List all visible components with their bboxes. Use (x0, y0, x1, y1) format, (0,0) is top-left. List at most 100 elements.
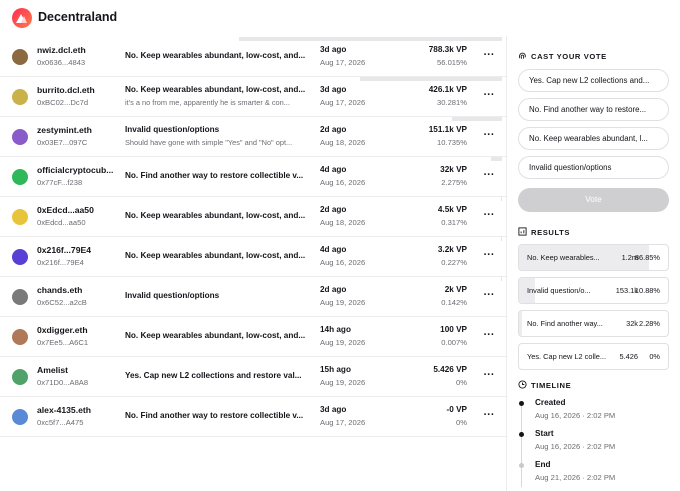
vote-choice: No. Find another way to restore collecti… (125, 411, 304, 420)
voter-avatar[interactable] (12, 209, 28, 225)
vote-percentage: 0.227% (441, 258, 467, 267)
vote-row: zestymint.eth 0x03E7...097C Invalid ques… (0, 117, 506, 157)
vote-row: 0xdigger.eth 0x7Ee5...A6C1 No. Keep wear… (0, 317, 506, 357)
voter-avatar[interactable] (12, 369, 28, 385)
voter-address: 0x216f...79E4 (37, 258, 84, 267)
voter-avatar[interactable] (12, 409, 28, 425)
more-options-icon[interactable]: ··· (482, 49, 496, 63)
voter-name[interactable]: burrito.dcl.eth (37, 85, 119, 95)
vote-time-ago: 3d ago (320, 405, 347, 414)
more-options-icon[interactable]: ··· (482, 329, 496, 343)
vote-row: 0x216f...79E4 0x216f...79E4 No. Keep wea… (0, 237, 506, 277)
vote-percentage: 0% (456, 378, 467, 387)
timeline-label: Created (535, 398, 566, 407)
vote-date: Aug 19, 2026 (320, 338, 366, 347)
result-item: Yes. Cap new L2 colle... 5.426 0% (518, 343, 669, 370)
vote-time-ago: 3d ago (320, 45, 347, 54)
voter-address: 0x6C52...a2cB (37, 298, 87, 307)
result-vp: 32k (626, 319, 638, 328)
vote-power: -0 VP (446, 405, 467, 414)
result-item: Invalid question/o... 153.1k 10.88% (518, 277, 669, 304)
vote-percentage: 0% (456, 418, 467, 427)
voter-name[interactable]: Amelist (37, 365, 119, 375)
vote-row: nwiz.dcl.eth 0x0636...4843 No. Keep wear… (0, 37, 506, 77)
voter-name[interactable]: chands.eth (37, 285, 119, 295)
vote-button[interactable]: Vote (518, 188, 669, 212)
more-options-icon[interactable]: ··· (482, 289, 496, 303)
vote-choice: Invalid question/options (125, 291, 220, 300)
vote-choice: No. Keep wearables abundant, low-cost, a… (125, 251, 306, 260)
result-percentage: 2.28% (639, 319, 660, 328)
voter-name[interactable]: 0x216f...79E4 (37, 245, 119, 255)
timeline-dot (519, 401, 524, 406)
more-options-icon[interactable]: ··· (482, 129, 496, 143)
votes-list: nwiz.dcl.eth 0x0636...4843 No. Keep wear… (0, 37, 506, 437)
decentraland-logo-icon[interactable] (12, 8, 32, 28)
voter-address: 0xc5f7...A475 (37, 418, 84, 427)
more-options-icon[interactable]: ··· (482, 169, 496, 183)
vote-percentage: 0.007% (441, 338, 467, 347)
more-options-icon[interactable]: ··· (482, 409, 496, 423)
vote-row: alex-4135.eth 0xc5f7...A475 No. Find ano… (0, 397, 506, 437)
vote-date: Aug 18, 2026 (320, 218, 366, 227)
timeline-dot (519, 432, 524, 437)
voter-avatar[interactable] (12, 249, 28, 265)
timeline-label: End (535, 460, 551, 469)
voter-name[interactable]: 0xdigger.eth (37, 325, 119, 335)
voter-avatar[interactable] (12, 129, 28, 145)
more-options-icon[interactable]: ··· (482, 209, 496, 223)
clock-icon (518, 380, 527, 389)
voter-name[interactable]: nwiz.dcl.eth (37, 45, 119, 55)
more-options-icon[interactable]: ··· (482, 89, 496, 103)
voter-name[interactable]: officialcryptocub... (37, 165, 119, 175)
vote-power: 3.2k VP (437, 245, 467, 254)
vote-percentage: 56.015% (437, 58, 467, 67)
vote-power: 32k VP (440, 165, 467, 174)
vote-date: Aug 19, 2026 (320, 378, 366, 387)
voter-name[interactable]: zestymint.eth (37, 125, 119, 135)
brand-name: Decentraland (38, 10, 118, 24)
vote-choice: Invalid question/options (125, 125, 220, 134)
timeline-line (521, 402, 522, 487)
fingerprint-icon (519, 52, 526, 59)
result-percentage: 10.88% (634, 286, 660, 295)
result-label: No. Keep wearables... (527, 253, 600, 262)
vote-row: officialcryptocub... 0x77cF...f238 No. F… (0, 157, 506, 197)
timeline-heading: TIMELINE (518, 380, 571, 390)
vote-power: 100 VP (440, 325, 467, 334)
vote-time-ago: 3d ago (320, 85, 347, 94)
timeline-date: Aug 16, 2026 · 2:02 PM (535, 411, 616, 420)
vote-share-bar (501, 237, 502, 241)
vote-option-no-keep-wearables[interactable]: No. Keep wearables abundant, l... (518, 127, 669, 150)
vote-choice: Yes. Cap new L2 collections and restore … (125, 371, 302, 380)
vote-time-ago: 4d ago (320, 245, 347, 254)
vote-time-ago: 2d ago (320, 285, 347, 294)
vote-share-bar (501, 277, 502, 281)
vote-option-yes-cap-l2[interactable]: Yes. Cap new L2 collections and... (518, 69, 669, 92)
vote-date: Aug 16, 2026 (320, 178, 366, 187)
more-options-icon[interactable]: ··· (482, 249, 496, 263)
more-options-icon[interactable]: ··· (482, 369, 496, 383)
vote-power: 5.426 VP (433, 365, 467, 374)
timeline-date: Aug 21, 2026 · 2:02 PM (535, 473, 616, 482)
vote-option-no-find-another-way[interactable]: No. Find another way to restore... (518, 98, 669, 121)
vote-share-bar (501, 197, 502, 201)
vote-option-invalid[interactable]: Invalid question/options (518, 156, 669, 179)
result-item: No. Find another way... 32k 2.28% (518, 310, 669, 337)
voter-avatar[interactable] (12, 289, 28, 305)
cast-vote-title: CAST YOUR VOTE (531, 52, 607, 61)
voter-name[interactable]: alex-4135.eth (37, 405, 119, 415)
voter-address: 0xBC02...Dc7d (37, 98, 89, 107)
timeline-dot (519, 463, 524, 468)
voter-address: 0x77cF...f238 (37, 178, 83, 187)
voter-avatar[interactable] (12, 169, 28, 185)
voter-name[interactable]: 0xEdcd...aa50 (37, 205, 119, 215)
voter-avatar[interactable] (12, 329, 28, 345)
vote-power: 151.1k VP (428, 125, 467, 134)
vote-choice: No. Keep wearables abundant, low-cost, a… (125, 211, 306, 220)
result-label: No. Find another way... (527, 319, 603, 328)
proposal-sidebar: CAST YOUR VOTE Yes. Cap new L2 collectio… (506, 36, 680, 491)
result-percentage: 0% (649, 352, 660, 361)
voter-avatar[interactable] (12, 89, 28, 105)
voter-avatar[interactable] (12, 49, 28, 65)
